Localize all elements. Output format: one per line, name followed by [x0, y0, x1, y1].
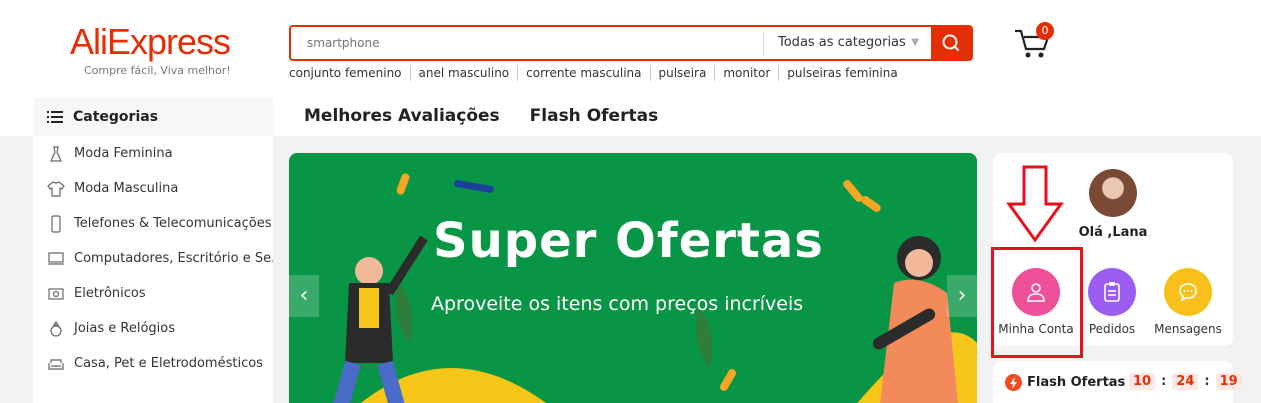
camera-icon [48, 287, 64, 300]
chevron-right-icon: › [957, 283, 967, 308]
annotation-arrow-icon [1006, 165, 1064, 243]
dress-icon [50, 145, 62, 162]
suggestion-link[interactable]: pulseiras feminina [778, 65, 905, 81]
category-item-label: Moda Masculina [74, 181, 179, 196]
chevron-left-icon: ‹ [299, 283, 309, 308]
avatar[interactable] [1089, 169, 1137, 217]
category-item-label: Computadores, Escritório e Se... [74, 251, 273, 266]
phone-icon [51, 214, 61, 233]
category-item-joias[interactable]: Joias e Relógios [33, 311, 273, 346]
clipboard-icon [1088, 268, 1136, 316]
section-tabs: Melhores Avaliações Flash Ofertas [304, 106, 688, 126]
suggestion-link[interactable]: anel masculino [409, 65, 518, 81]
timer-separator: : [1204, 374, 1210, 389]
category-select[interactable]: Todas as categorias ▼ [763, 31, 933, 55]
logo-tagline: Compre fácil, Viva melhor! [84, 64, 231, 77]
lightning-icon [1005, 374, 1022, 391]
caret-down-icon: ▼ [911, 37, 919, 48]
promo-banner[interactable]: Super Ofertas Aproveite os itens com pre… [289, 153, 977, 403]
search-button[interactable] [931, 25, 971, 61]
messages-button[interactable]: Mensagens [1148, 268, 1228, 336]
flash-deals-title: Flash Ofertas [1005, 374, 1125, 391]
banner-prev-button[interactable]: ‹ [289, 275, 319, 317]
category-item-label: Moda Feminina [74, 146, 173, 161]
banner-next-button[interactable]: › [947, 275, 977, 317]
category-item-eletronicos[interactable]: Eletrônicos [33, 276, 273, 311]
computer-icon [48, 251, 64, 265]
category-item-moda-feminina[interactable]: Moda Feminina [33, 136, 273, 171]
category-item-casa[interactable]: Casa, Pet e Eletrodomésticos [33, 346, 273, 381]
suggestion-link[interactable]: conjunto femenino [289, 65, 410, 81]
banner-illustration [333, 173, 977, 403]
cart-button[interactable]: 0 [1012, 22, 1058, 62]
suggestion-link[interactable]: monitor [714, 65, 778, 81]
category-menu: Categorias Moda Feminina Moda Masculina … [33, 98, 273, 403]
orders-label: Pedidos [1088, 322, 1136, 336]
chat-icon [1164, 268, 1212, 316]
category-item-label: Eletrônicos [74, 286, 146, 301]
logo[interactable]: AliExpress Compre fácil, Viva melhor! [70, 21, 240, 78]
search-icon [942, 34, 959, 51]
category-select-value: Todas as categorias [778, 35, 906, 50]
tab-flash-ofertas[interactable]: Flash Ofertas [530, 106, 659, 126]
category-item-moda-masculina[interactable]: Moda Masculina [33, 171, 273, 206]
timer-separator: : [1161, 374, 1167, 389]
category-item-label: Casa, Pet e Eletrodomésticos [74, 356, 263, 371]
tab-melhores-avaliacoes[interactable]: Melhores Avaliações [304, 106, 500, 126]
flash-deals-card[interactable]: Flash Ofertas 10 : 24 : 19 [993, 361, 1242, 403]
timer-seconds: 19 [1215, 373, 1242, 390]
flash-deals-label: Flash Ofertas [1027, 375, 1126, 390]
orders-button[interactable]: Pedidos [1072, 268, 1152, 336]
banner-subtitle: Aproveite os itens com preços incríveis [431, 293, 804, 315]
messages-label: Mensagens [1154, 322, 1222, 336]
search-input[interactable] [291, 27, 763, 59]
dancer-right [872, 236, 958, 403]
countdown-timer: 10 : 24 : 19 [1129, 373, 1242, 390]
category-item-telefones[interactable]: Telefones & Telecomunicações [33, 206, 273, 241]
cart-count-badge: 0 [1036, 22, 1054, 40]
suggestion-link[interactable]: pulseira [649, 65, 715, 81]
banner-title: Super Ofertas [433, 213, 824, 269]
list-icon [47, 111, 63, 123]
logo-text: AliExpress [70, 21, 231, 62]
timer-minutes: 24 [1172, 373, 1199, 390]
search-suggestions: conjunto femenino anel masculino corrent… [289, 65, 906, 81]
category-item-label: Joias e Relógios [74, 321, 176, 336]
category-menu-header[interactable]: Categorias [33, 98, 273, 136]
shirt-icon [47, 180, 65, 197]
search-bar: Todas as categorias ▼ [289, 25, 973, 61]
category-menu-title: Categorias [73, 109, 159, 125]
category-item-computadores[interactable]: Computadores, Escritório e Se... [33, 241, 273, 276]
category-item-label: Telefones & Telecomunicações [74, 216, 272, 231]
suggestion-link[interactable]: corrente masculina [517, 65, 649, 81]
timer-hours: 10 [1129, 373, 1156, 390]
ring-icon [50, 320, 62, 337]
sofa-icon [48, 358, 64, 370]
annotation-highlight-box [991, 247, 1083, 358]
